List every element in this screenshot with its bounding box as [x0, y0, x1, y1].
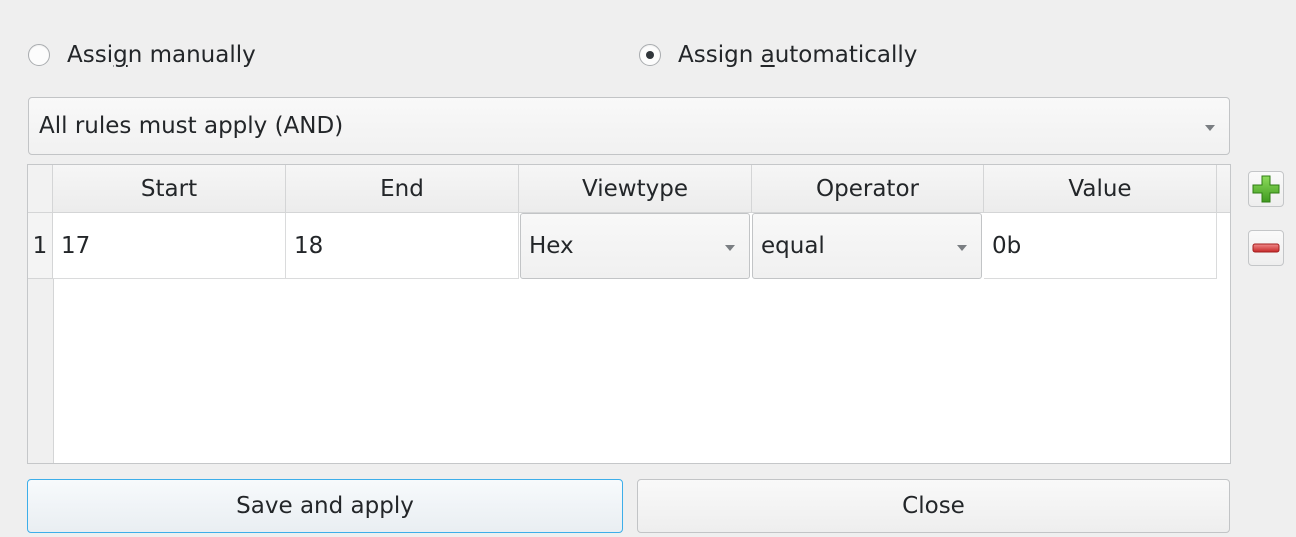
close-button[interactable]: Close: [637, 479, 1230, 533]
column-header-end[interactable]: End: [286, 165, 519, 213]
minus-icon: [1252, 243, 1280, 253]
header-filler: [1217, 165, 1230, 213]
table-corner: [28, 165, 53, 213]
rule-mode-select[interactable]: All rules must apply (AND): [28, 97, 1230, 155]
cell-end[interactable]: 18: [286, 213, 519, 279]
assign-manually-radio[interactable]: Assign manually: [28, 42, 256, 68]
column-header-viewtype[interactable]: Viewtype: [519, 165, 752, 213]
assign-automatically-radio[interactable]: Assign automatically: [639, 42, 917, 68]
radio-indicator-checked: [639, 44, 661, 66]
add-rule-button[interactable]: [1248, 171, 1284, 207]
viewtype-value: Hex: [529, 233, 574, 259]
remove-rule-button[interactable]: [1248, 230, 1284, 266]
column-header-start[interactable]: Start: [53, 165, 286, 213]
operator-select[interactable]: equal: [752, 213, 982, 279]
chevron-down-icon: [957, 245, 967, 251]
save-and-apply-button[interactable]: Save and apply: [27, 479, 623, 533]
chevron-down-icon: [725, 245, 735, 251]
column-header-operator[interactable]: Operator: [752, 165, 984, 213]
viewtype-select[interactable]: Hex: [520, 213, 750, 279]
rules-table[interactable]: Start End Viewtype Operator Value 1 17 1…: [27, 164, 1231, 464]
row-header-1[interactable]: 1: [28, 213, 53, 279]
assign-automatically-label: Assign automatically: [678, 42, 918, 68]
cell-value[interactable]: 0b: [984, 213, 1217, 279]
plus-icon: [1252, 175, 1280, 203]
column-header-value[interactable]: Value: [984, 165, 1217, 213]
radio-indicator: [28, 44, 50, 66]
operator-value: equal: [761, 233, 825, 259]
cell-start[interactable]: 17: [53, 213, 286, 279]
assign-manually-label: Assign manually: [67, 42, 256, 68]
chevron-down-icon: [1205, 125, 1215, 131]
rule-mode-value: All rules must apply (AND): [39, 113, 344, 139]
